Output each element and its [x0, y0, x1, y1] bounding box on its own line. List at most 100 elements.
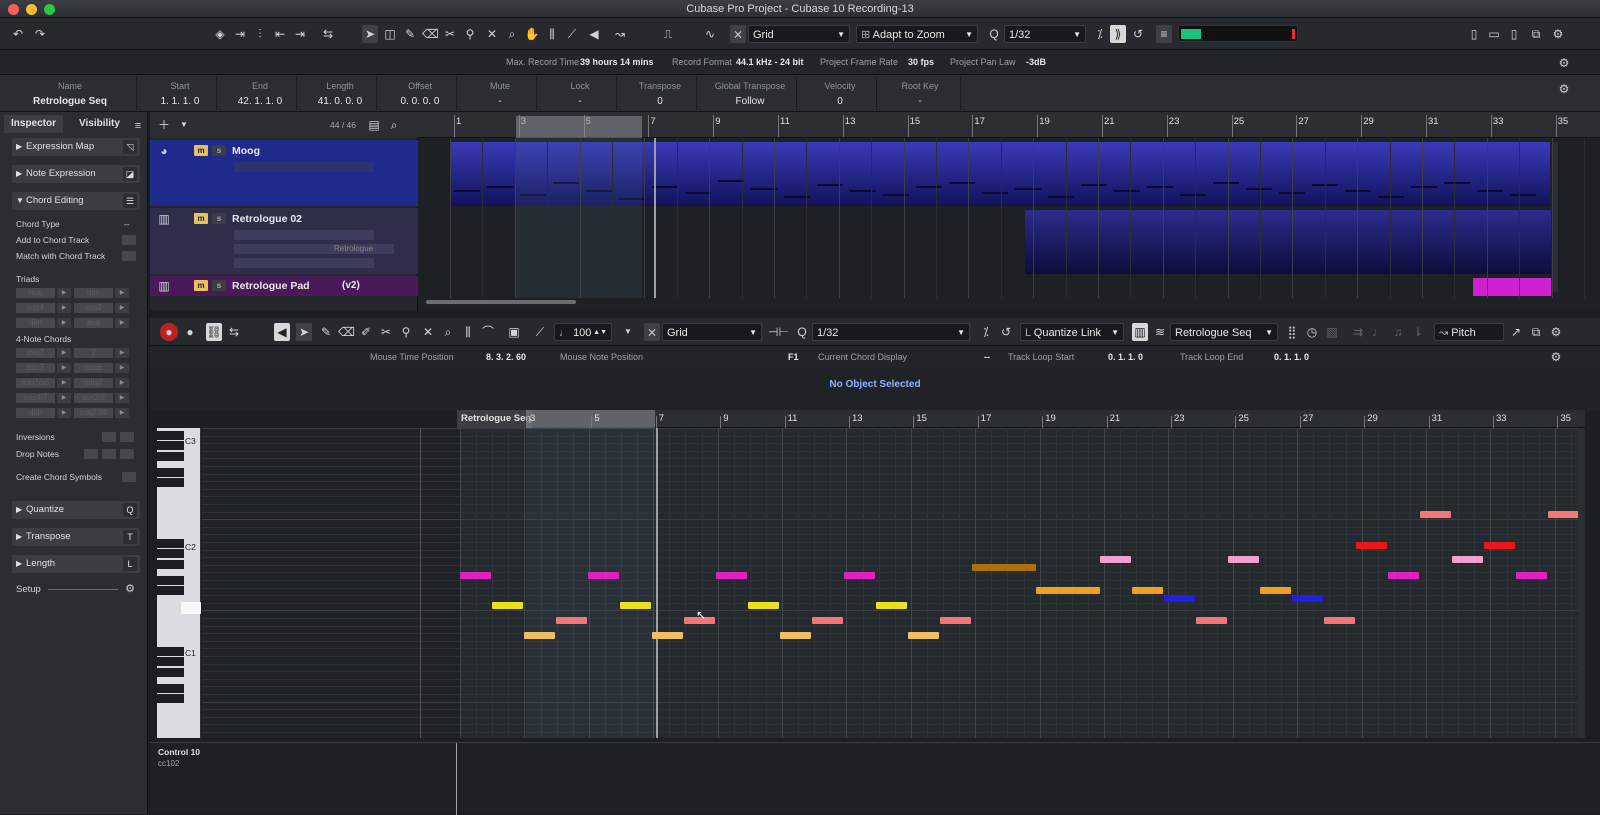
drop-note-4-button[interactable]: [120, 449, 134, 459]
mute-tool-icon[interactable]: ✕: [420, 323, 436, 341]
midi-note[interactable]: [1420, 511, 1451, 518]
link-icon[interactable]: ⛓: [206, 323, 222, 341]
constrain-delay-icon[interactable]: ◈: [212, 25, 228, 43]
play-chord-icon[interactable]: ▶: [57, 348, 71, 358]
snap-mode-icon[interactable]: ↝: [612, 25, 628, 43]
info-value-6[interactable]: -: [540, 96, 620, 107]
drop-note-2-button[interactable]: [84, 449, 98, 459]
midi-note[interactable]: [1452, 556, 1483, 563]
midi-note[interactable]: [1356, 542, 1387, 549]
play-chord-icon[interactable]: ▶: [115, 378, 129, 388]
section-note-expression[interactable]: ▶ Note Expression ◪: [12, 165, 140, 183]
triad-button-0[interactable]: maj: [16, 288, 55, 298]
iterative-quantize-icon[interactable]: ⁒: [978, 323, 994, 341]
midi-note[interactable]: [492, 602, 523, 609]
black-key[interactable]: [157, 657, 184, 666]
track-moog[interactable]: ◕ m s Moog: [150, 140, 418, 206]
range-tool-icon[interactable]: ◫: [382, 25, 398, 43]
note-on-icon[interactable]: ♫: [1390, 323, 1406, 341]
retrologue-02-event[interactable]: [1025, 210, 1551, 274]
autoscroll-icon[interactable]: ⇆: [320, 25, 336, 43]
black-key[interactable]: [157, 441, 184, 450]
info-value-10[interactable]: -: [880, 96, 960, 107]
zoom-mode-select[interactable]: ⊞ Adapt to Zoom ▼: [856, 25, 978, 43]
play-chord-icon[interactable]: ▶: [115, 408, 129, 418]
mute-button[interactable]: m: [194, 213, 208, 224]
midi-note[interactable]: [1164, 595, 1195, 602]
black-key[interactable]: [157, 452, 184, 461]
track-controls[interactable]: [234, 162, 374, 172]
object-selection-tool-icon[interactable]: ➤: [296, 323, 312, 341]
forward-icon[interactable]: ⇥: [292, 25, 308, 43]
erase-tool-icon[interactable]: ⌫: [338, 323, 355, 341]
section-quantize[interactable]: ▶ Quantize Q: [12, 501, 140, 519]
midi-note[interactable]: [620, 602, 651, 609]
comp-tool-icon[interactable]: ⫼: [544, 25, 560, 43]
time-warp-icon[interactable]: ⟋: [564, 25, 580, 43]
black-key[interactable]: [157, 478, 184, 487]
track-controls[interactable]: [234, 230, 374, 240]
play-tool-icon[interactable]: ◀: [586, 25, 602, 43]
track-retrologue-02[interactable]: ▥ m s Retrologue 02 Retrologue: [150, 208, 418, 274]
info-value-2[interactable]: 42. 1. 1. 0: [220, 96, 300, 107]
iterative-quantize-icon[interactable]: ⁒: [1092, 25, 1108, 43]
section-transpose[interactable]: ▶ Transpose T: [12, 528, 140, 546]
roll-v-scrollbar[interactable]: [1578, 428, 1585, 738]
midi-note[interactable]: [716, 572, 747, 579]
play-chord-icon[interactable]: ▶: [115, 348, 129, 358]
play-chord-icon[interactable]: ▶: [115, 363, 129, 373]
show-info-icon[interactable]: ▣: [506, 323, 522, 341]
play-chord-icon[interactable]: ▶: [57, 303, 71, 313]
snap-icon[interactable]: ⎍: [660, 25, 676, 43]
draw-tool-icon[interactable]: ✎: [402, 25, 418, 43]
solo-button[interactable]: s: [212, 280, 226, 291]
info-value-7[interactable]: 0: [620, 96, 700, 107]
midi-note[interactable]: [1260, 587, 1291, 594]
triad-button-3[interactable]: sus2: [74, 303, 113, 313]
grid-type-select[interactable]: Grid ▼: [748, 25, 850, 43]
midi-note[interactable]: [1036, 587, 1100, 594]
play-chord-icon[interactable]: ▶: [115, 318, 129, 328]
black-key[interactable]: [157, 586, 184, 595]
triad-button-1[interactable]: min: [74, 288, 113, 298]
hand-tool-icon[interactable]: ✋: [524, 25, 540, 43]
info-value-8[interactable]: Follow: [700, 96, 800, 107]
midi-note[interactable]: [1228, 556, 1259, 563]
play-chord-icon[interactable]: ▶: [57, 318, 71, 328]
midi-note[interactable]: [812, 617, 843, 624]
track-controls-row-3[interactable]: [234, 258, 374, 268]
play-chord-icon[interactable]: ▶: [57, 363, 71, 373]
open-window-icon[interactable]: ↗: [1508, 323, 1524, 341]
black-key[interactable]: [157, 684, 184, 693]
midi-note[interactable]: [1324, 617, 1355, 624]
apply-quantize-icon[interactable]: ⟫: [1110, 25, 1126, 43]
chord-editing-icon[interactable]: ▥: [1132, 323, 1148, 341]
layout-left-icon[interactable]: ▯: [1466, 25, 1482, 43]
midi-note[interactable]: [780, 632, 811, 639]
add-track-icon[interactable]: ＋: [156, 116, 172, 134]
four-note-button-2[interactable]: min7: [16, 363, 55, 373]
black-key[interactable]: [157, 694, 184, 703]
play-chord-icon[interactable]: ▶: [115, 288, 129, 298]
settings-gear-icon[interactable]: ⚙: [1550, 25, 1566, 43]
track-visibility-icon[interactable]: ▤: [366, 116, 382, 134]
reset-icon[interactable]: ↺: [998, 323, 1014, 341]
controller-name[interactable]: Control 10: [158, 747, 200, 757]
inversion-up-button[interactable]: [102, 432, 116, 442]
four-note-button-1[interactable]: 7: [74, 348, 113, 358]
split-tool-icon[interactable]: ✂: [378, 323, 394, 341]
quantize-link-select[interactable]: L Quantize Link ▼: [1020, 323, 1124, 341]
four-note-button-6[interactable]: sus4/7: [16, 393, 55, 403]
piano-keyboard[interactable]: C3 C2 C1: [157, 428, 201, 738]
velocity-menu-icon[interactable]: ▼: [620, 323, 636, 341]
midi-note[interactable]: [1516, 572, 1547, 579]
show-part-borders-icon[interactable]: ⟋: [532, 323, 548, 341]
editor-status-settings-icon[interactable]: ⚙: [1548, 348, 1564, 366]
trim-tool-icon[interactable]: ✐: [358, 323, 374, 341]
midi-note[interactable]: [1292, 595, 1323, 602]
midi-note[interactable]: [1388, 572, 1419, 579]
snap-on-icon[interactable]: ⨯: [730, 25, 746, 43]
section-expression-map[interactable]: ▶ Expression Map ◹: [12, 138, 140, 156]
autoscroll-icon[interactable]: ⇆: [226, 323, 242, 341]
insert-velocity-field[interactable]: ♩ 100 ▲▼: [554, 323, 612, 341]
